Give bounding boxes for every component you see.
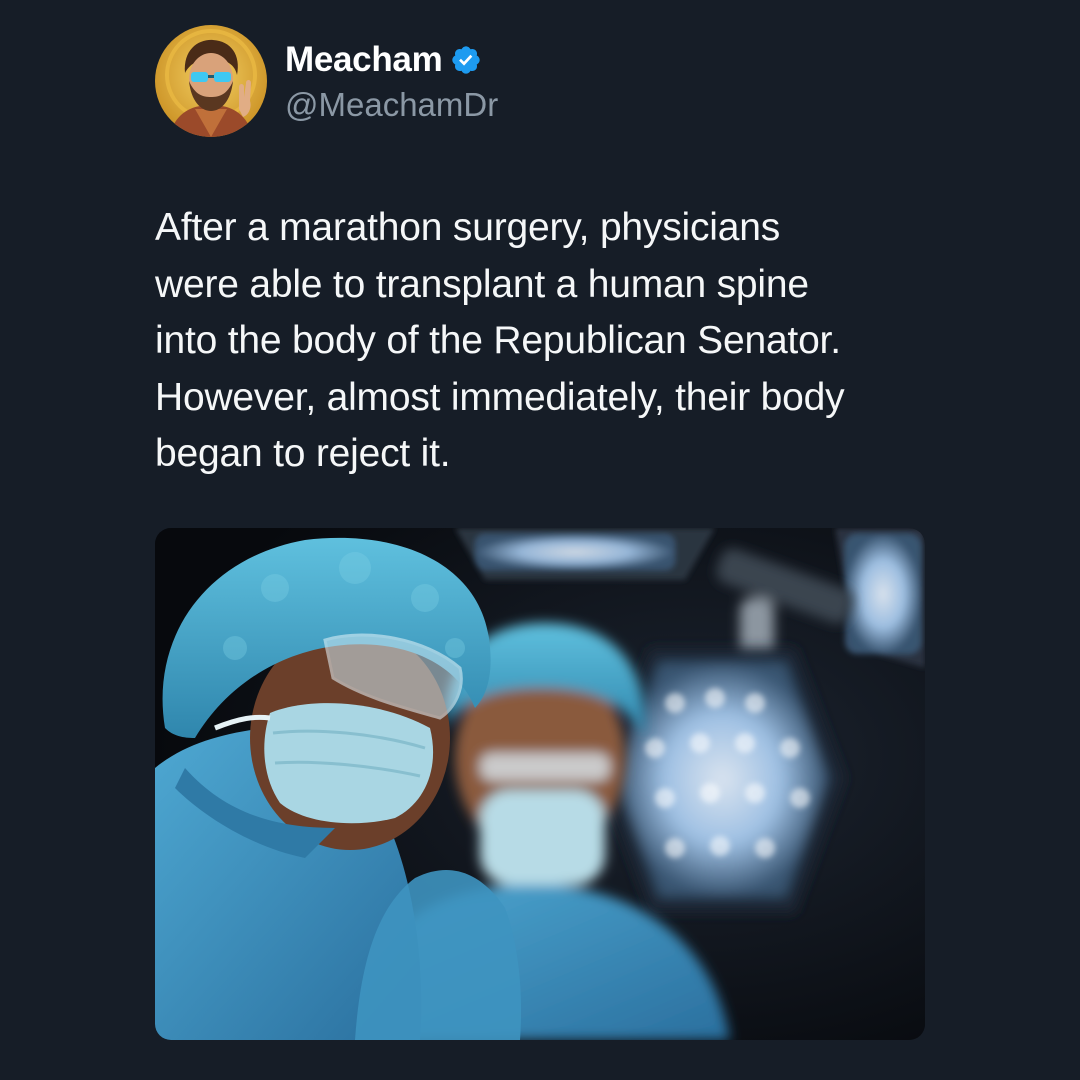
author-name-row: Meacham [285,38,498,82]
verified-badge-icon[interactable] [450,44,482,76]
tweet-text: After a marathon surgery, physicians wer… [155,206,845,475]
author-block: Meacham @MeachamDr [285,38,498,124]
tweet-media-image[interactable] [155,528,925,1040]
surgeons-photo-icon [155,528,925,1040]
author-display-name[interactable]: Meacham [285,40,443,80]
author-handle[interactable]: @MeachamDr [285,86,498,124]
avatar-portrait-icon [155,25,267,137]
tweet-card: Meacham @MeachamDr After a marathon surg… [0,0,1080,1080]
author-avatar[interactable] [155,25,267,137]
